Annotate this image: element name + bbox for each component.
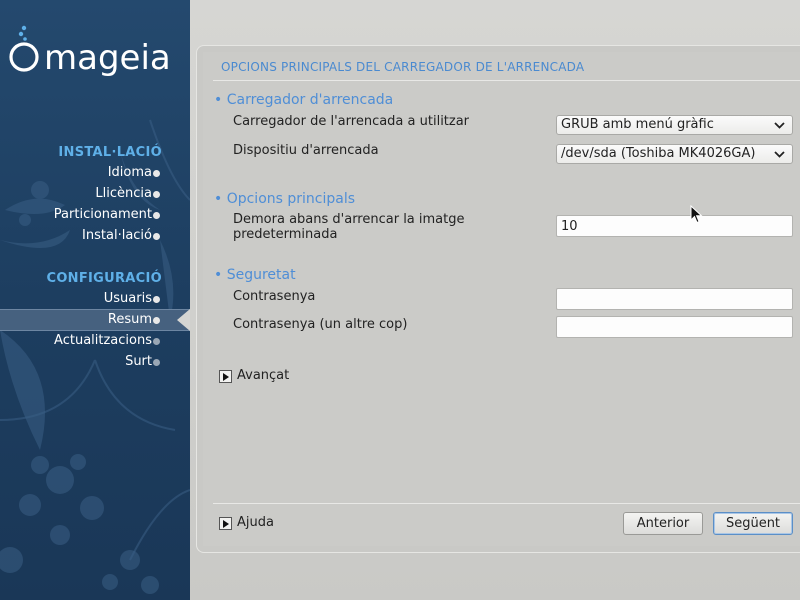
group-heading-main-options: • Opcions principals bbox=[214, 191, 356, 207]
step-dot-icon bbox=[153, 338, 160, 345]
password-again-input[interactable] bbox=[556, 316, 793, 338]
bootloader-select[interactable]: GRUB amb menú gràfic bbox=[556, 115, 793, 135]
delay-label-line2: predeterminada bbox=[233, 227, 338, 242]
step-dot-icon bbox=[153, 191, 160, 198]
sidebar-item-resum[interactable]: Resum bbox=[0, 309, 190, 331]
password-label: Contrasenya bbox=[233, 289, 316, 304]
sidebar-item-label: Usuaris bbox=[103, 291, 152, 306]
step-dot-icon bbox=[153, 359, 160, 366]
sidebar-item-surt[interactable]: Surt bbox=[0, 352, 190, 373]
sidebar-item-usuaris[interactable]: Usuaris bbox=[0, 289, 190, 310]
logo-wordmark: mageia bbox=[44, 38, 171, 78]
group-heading-bootloader: • Carregador d'arrencada bbox=[214, 92, 394, 108]
next-button[interactable]: Següent bbox=[713, 512, 793, 535]
sidebar-item-idioma[interactable]: Idioma bbox=[0, 163, 190, 184]
sidebar-item-actualitzacions[interactable]: Actualitzacions bbox=[0, 331, 190, 352]
section-title-config: CONFIGURACIÓ bbox=[46, 271, 162, 286]
delay-input[interactable] bbox=[556, 215, 793, 237]
advanced-label: Avançat bbox=[237, 368, 290, 383]
bootloader-select-value: GRUB amb menú gràfic bbox=[561, 117, 714, 132]
boot-device-select[interactable]: /dev/sda (Toshiba MK4026GA) bbox=[556, 144, 793, 164]
sidebar-item-label: Idioma bbox=[107, 165, 152, 180]
bootloader-label: Carregador de l'arrencada a utilitzar bbox=[233, 114, 470, 129]
step-dot-icon bbox=[153, 317, 160, 324]
sidebar-item-label: Resum bbox=[107, 312, 152, 327]
boot-device-label: Dispositiu d'arrencada bbox=[233, 143, 379, 158]
footer-divider bbox=[213, 503, 800, 504]
help-label: Ajuda bbox=[237, 515, 274, 530]
step-dot-icon bbox=[153, 170, 160, 177]
page-title: OPCIONS PRINCIPALS DEL CARREGADOR DE L'A… bbox=[221, 60, 585, 74]
sidebar-item-llicencia[interactable]: Llicència bbox=[0, 184, 190, 205]
step-dot-icon bbox=[153, 212, 160, 219]
sidebar-item-label: Actualitzacions bbox=[54, 333, 152, 348]
group-heading-security: • Seguretat bbox=[214, 267, 296, 283]
sidebar-item-label: Llicència bbox=[95, 186, 152, 201]
main-panel: OPCIONS PRINCIPALS DEL CARREGADOR DE L'A… bbox=[196, 45, 800, 553]
mageia-logo: mageia bbox=[9, 25, 171, 78]
sidebar-item-label: Surt bbox=[125, 354, 152, 369]
panel-content: OPCIONS PRINCIPALS DEL CARREGADOR DE L'A… bbox=[203, 52, 800, 546]
sidebar-item-particionament[interactable]: Particionament bbox=[0, 205, 190, 226]
chevron-down-icon bbox=[774, 151, 785, 158]
chevron-down-icon bbox=[774, 122, 785, 129]
sidebar-item-label: Instal·lació bbox=[82, 228, 152, 243]
previous-button[interactable]: Anterior bbox=[623, 512, 703, 535]
delay-label: Demora abans d'arrencar la imatge predet… bbox=[233, 212, 465, 242]
sidebar-item-label: Particionament bbox=[53, 207, 152, 222]
delay-label-line1: Demora abans d'arrencar la imatge bbox=[233, 212, 465, 227]
mouse-cursor-icon bbox=[690, 205, 703, 224]
expand-arrow-icon bbox=[219, 517, 232, 530]
title-divider bbox=[213, 80, 800, 81]
boot-device-select-value: /dev/sda (Toshiba MK4026GA) bbox=[561, 146, 756, 161]
sidebar: mageia INSTAL·LACIÓ Idioma Llicència Par… bbox=[0, 0, 190, 600]
sidebar-item-installacio[interactable]: Instal·lació bbox=[0, 226, 190, 247]
section-title-install: INSTAL·LACIÓ bbox=[58, 145, 162, 160]
expand-arrow-icon bbox=[219, 370, 232, 383]
password-input[interactable] bbox=[556, 288, 793, 310]
advanced-expander[interactable]: Avançat bbox=[219, 369, 289, 385]
step-dot-icon bbox=[153, 296, 160, 303]
step-dot-icon bbox=[153, 233, 160, 240]
password-again-label: Contrasenya (un altre cop) bbox=[233, 317, 408, 332]
help-expander[interactable]: Ajuda bbox=[219, 516, 274, 532]
